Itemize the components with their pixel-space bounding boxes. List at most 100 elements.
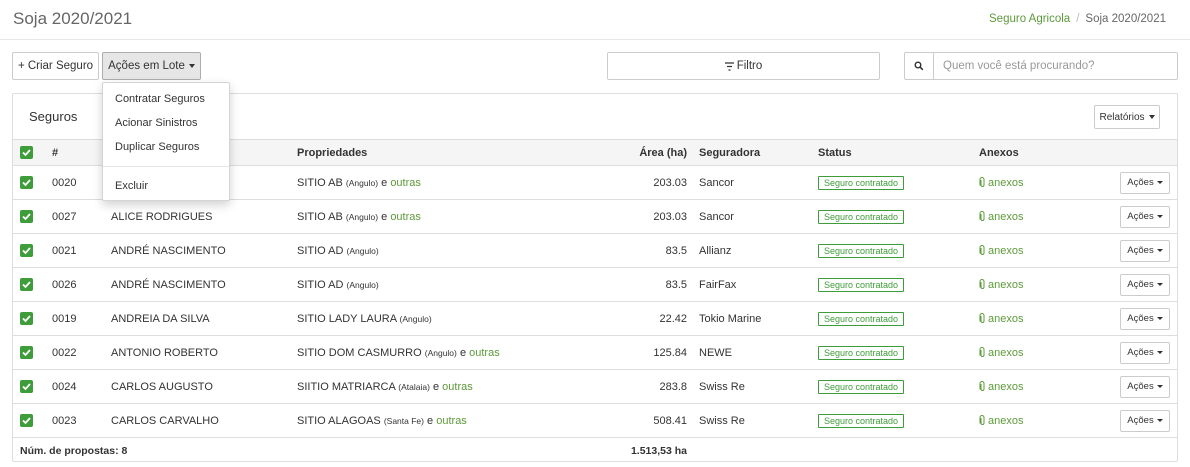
table-row[interactable]: 0021 ANDRÉ NASCIMENTO SITIO AD (Angulo) 83.… <box>13 233 1177 268</box>
search-input[interactable] <box>933 52 1178 80</box>
row-checkbox[interactable] <box>20 210 33 223</box>
filter-button[interactable]: Filtro <box>607 52 880 80</box>
table-row[interactable]: 0022 ANTONIO ROBERTO SITIO DOM CASMURRO (A… <box>13 335 1177 370</box>
row-name: ALICE RODRIGUES <box>111 199 297 234</box>
search-icon <box>914 61 924 71</box>
attachments-link[interactable]: anexos <box>979 415 1023 427</box>
more-properties-link[interactable]: outras <box>390 211 421 223</box>
table-row[interactable]: 0023 CARLOS CARVALHO SITIO ALAGOAS (Santa … <box>13 403 1177 438</box>
property-name: SITIO AD <box>297 244 344 257</box>
col-status[interactable]: Status <box>818 139 979 166</box>
row-actions-button[interactable]: Ações <box>1120 375 1170 398</box>
row-area: 203.03 <box>579 199 699 234</box>
menu-item-duplicate[interactable]: Duplicar Seguros <box>115 141 199 153</box>
row-actions-button[interactable]: Ações <box>1120 341 1170 364</box>
check-icon <box>22 149 31 157</box>
row-insurer: Tokio Marine <box>699 301 818 336</box>
row-area: 83.5 <box>579 233 699 268</box>
attachments-link[interactable]: anexos <box>979 313 1023 325</box>
attachments-link[interactable]: anexos <box>979 211 1023 223</box>
row-insurer: Swiss Re <box>699 369 818 404</box>
attachments-label: anexos <box>988 346 1024 359</box>
row-checkbox[interactable] <box>20 414 33 427</box>
row-checkbox[interactable] <box>20 244 33 257</box>
paperclip-icon <box>979 210 985 221</box>
row-actions-label: Ações <box>1127 313 1154 324</box>
row-actions-button[interactable]: Ações <box>1120 409 1170 432</box>
row-insurer: FairFax <box>699 267 818 302</box>
row-attachments-cell: anexos <box>979 369 1107 404</box>
more-properties-link[interactable]: outras <box>469 347 500 359</box>
batch-actions-button[interactable]: Ações em Lote <box>102 52 201 80</box>
row-properties: SITIO AD (Angulo) <box>297 233 579 268</box>
property-location: (Atalaia) <box>398 381 430 392</box>
menu-item-delete[interactable]: Excluir <box>115 180 148 192</box>
table-row[interactable]: 0027 ALICE RODRIGUES SITIO AB (Angulo) e o… <box>13 199 1177 234</box>
attachments-link[interactable]: anexos <box>979 279 1023 291</box>
row-actions-button[interactable]: Ações <box>1120 273 1170 296</box>
more-properties-link[interactable]: outras <box>436 415 467 427</box>
caret-down-icon <box>1156 181 1163 184</box>
table-row[interactable]: 0026 ANDRÉ NASCIMENTO SITIO AD (Angulo) 83.… <box>13 267 1177 302</box>
paperclip-icon <box>979 278 985 289</box>
menu-item-claims[interactable]: Acionar Sinistros <box>115 117 198 129</box>
row-actions-cell: Ações <box>1107 335 1177 370</box>
search-button[interactable] <box>904 52 933 80</box>
select-all-checkbox[interactable] <box>20 146 33 159</box>
attachments-label: anexos <box>988 176 1024 189</box>
row-attachments-cell: anexos <box>979 165 1107 200</box>
paperclip-icon <box>979 312 985 323</box>
paperclip-icon <box>979 176 985 187</box>
attachments-label: anexos <box>988 210 1024 223</box>
table-footer-row: Núm. de propostas: 8 1.513,53 ha <box>13 438 1177 464</box>
attachments-link[interactable]: anexos <box>979 347 1023 359</box>
property-location: (Angulo) <box>399 313 432 324</box>
paperclip-icon <box>979 380 985 391</box>
breadcrumb-link[interactable]: Seguro Agricola <box>989 13 1070 25</box>
more-properties-link[interactable]: outras <box>442 381 473 393</box>
row-number: 0023 <box>52 403 111 438</box>
property-name: SITIO DOM CASMURRO <box>297 346 422 359</box>
row-checkbox[interactable] <box>20 380 33 393</box>
create-insurance-label: + Criar Seguro <box>17 60 94 72</box>
property-name: SITIO AB <box>297 176 343 189</box>
row-actions-button[interactable]: Ações <box>1120 239 1170 262</box>
row-actions-label: Ações <box>1127 381 1154 392</box>
col-properties[interactable]: Propriedades <box>297 139 579 166</box>
table-row[interactable]: 0024 CARLOS AUGUSTO SIITIO MATRIARCA (Atal… <box>13 369 1177 404</box>
menu-item-contract[interactable]: Contratar Seguros <box>115 93 205 105</box>
row-name: CARLOS CARVALHO <box>111 403 297 438</box>
attachments-link[interactable]: anexos <box>979 381 1023 393</box>
row-checkbox[interactable] <box>20 346 33 359</box>
row-actions-button[interactable]: Ações <box>1120 307 1170 330</box>
row-checkbox[interactable] <box>20 312 33 325</box>
row-attachments-cell: anexos <box>979 301 1107 336</box>
table-row[interactable]: 0019 ANDREIA DA SILVA SITIO LADY LAURA (An… <box>13 301 1177 336</box>
row-status-cell: Seguro contratado <box>818 267 979 302</box>
col-attachments[interactable]: Anexos <box>979 139 1107 166</box>
status-badge: Seguro contratado <box>818 379 905 394</box>
check-icon <box>22 281 31 289</box>
property-name: SIITIO MATRIARCA <box>297 380 396 393</box>
row-checkbox[interactable] <box>20 278 33 291</box>
proposal-count: Núm. de propostas: 8 <box>20 444 128 457</box>
row-select-cell <box>13 301 52 336</box>
property-name: SITIO AB <box>297 210 343 223</box>
row-select-cell <box>13 165 52 200</box>
row-checkbox[interactable] <box>20 176 33 189</box>
more-properties-link[interactable]: outras <box>390 177 421 189</box>
col-area[interactable]: Área (ha) <box>579 139 699 166</box>
property-location: (Angulo) <box>346 279 379 290</box>
col-insurer[interactable]: Seguradora <box>699 139 818 166</box>
row-status-cell: Seguro contratado <box>818 233 979 268</box>
attachments-link[interactable]: anexos <box>979 245 1023 257</box>
row-select-cell <box>13 403 52 438</box>
caret-down-icon <box>1148 115 1155 119</box>
row-actions-label: Ações <box>1127 279 1154 290</box>
row-actions-button[interactable]: Ações <box>1120 171 1170 194</box>
reports-button[interactable]: Relatórios <box>1094 105 1160 129</box>
row-actions-cell: Ações <box>1107 301 1177 336</box>
create-insurance-button[interactable]: + Criar Seguro <box>12 52 99 80</box>
attachments-link[interactable]: anexos <box>979 177 1023 189</box>
row-actions-button[interactable]: Ações <box>1120 205 1170 228</box>
